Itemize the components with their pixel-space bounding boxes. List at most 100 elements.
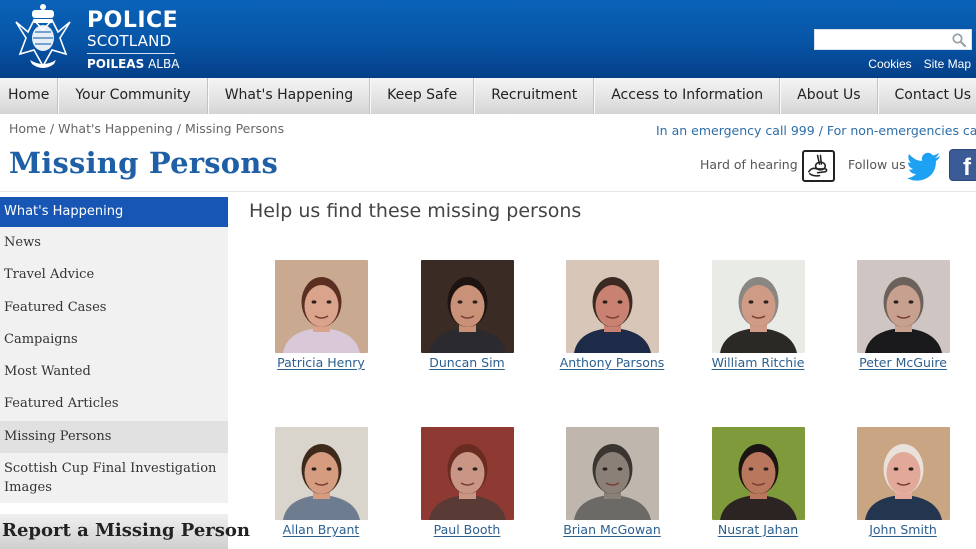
brand-gaelic: POILEAS ALBA bbox=[87, 57, 179, 71]
nav-your-community[interactable]: Your Community bbox=[58, 78, 208, 114]
person-photo[interactable] bbox=[711, 260, 805, 353]
person-name-wrapper: Brian McGowan bbox=[552, 520, 672, 539]
person-card: Allan Bryant bbox=[261, 427, 381, 539]
cookies-link[interactable]: Cookies bbox=[868, 57, 911, 71]
brand-alba: ALBA bbox=[148, 57, 180, 71]
person-name-wrapper: William Ritchie bbox=[698, 353, 818, 372]
person-name-link[interactable]: Paul Booth bbox=[434, 522, 501, 537]
site-map-link[interactable]: Site Map bbox=[924, 57, 971, 71]
portrait-image bbox=[856, 260, 950, 353]
sidebar-item-scottish-cup-final[interactable]: Scottish Cup Final Investigation Images bbox=[0, 453, 228, 504]
sidebar-item-travel-advice[interactable]: Travel Advice bbox=[0, 259, 228, 292]
main-navigation: Home Your Community What's Happening Kee… bbox=[0, 78, 976, 114]
nav-home[interactable]: Home bbox=[0, 78, 59, 114]
person-name-link[interactable]: John Smith bbox=[869, 522, 937, 537]
hard-of-hearing-label: Hard of hearing bbox=[700, 157, 798, 172]
sidebar-item-campaigns[interactable]: Campaigns bbox=[0, 323, 228, 357]
person-name-wrapper: Anthony Parsons bbox=[552, 353, 672, 372]
person-photo[interactable] bbox=[274, 260, 368, 353]
site-header: POLICE SCOTLAND POILEAS ALBA Cookies Site… bbox=[0, 0, 976, 78]
person-card: Anthony Parsons bbox=[552, 260, 672, 372]
brand-poileas: POILEAS bbox=[87, 57, 145, 71]
breadcrumb-separator: / bbox=[176, 121, 181, 136]
person-name-wrapper: Duncan Sim bbox=[407, 353, 527, 372]
person-photo[interactable] bbox=[420, 260, 514, 353]
site-search bbox=[814, 29, 972, 50]
page-title: Missing Persons bbox=[9, 146, 279, 180]
sign-language-icon[interactable] bbox=[802, 150, 835, 182]
emergency-contact-text: In an emergency call 999 / For non-emerg… bbox=[656, 123, 976, 138]
person-name-link[interactable]: Nusrat Jahan bbox=[718, 522, 798, 537]
person-card: Nusrat Jahan bbox=[698, 427, 818, 539]
person-card: Patricia Henry bbox=[261, 260, 381, 372]
person-photo[interactable] bbox=[274, 427, 368, 520]
sidebar-item-news[interactable]: News bbox=[0, 227, 228, 260]
nav-whats-happening[interactable]: What's Happening bbox=[207, 78, 371, 114]
person-name-link[interactable]: Duncan Sim bbox=[429, 355, 504, 370]
breadcrumb-separator: / bbox=[49, 121, 55, 136]
brand-rule bbox=[87, 53, 175, 54]
facebook-icon[interactable]: f bbox=[949, 149, 976, 181]
nav-keep-safe[interactable]: Keep Safe bbox=[370, 78, 475, 114]
person-card: John Smith bbox=[843, 427, 963, 539]
police-scotland-wordmark[interactable]: POLICE SCOTLAND POILEAS ALBA bbox=[87, 9, 179, 71]
brand-police: POLICE bbox=[87, 8, 179, 33]
person-photo[interactable] bbox=[420, 427, 514, 520]
sidebar-item-missing-persons[interactable]: Missing Persons bbox=[0, 420, 228, 454]
search-input[interactable] bbox=[815, 30, 945, 49]
person-photo[interactable] bbox=[856, 427, 950, 520]
sidebar-item-most-wanted[interactable]: Most Wanted bbox=[0, 356, 228, 389]
sidebar-heading-whats-happening[interactable]: What's Happening bbox=[0, 197, 228, 227]
facebook-glyph: f bbox=[963, 154, 971, 181]
breadcrumb-whats-happening[interactable]: What's Happening bbox=[58, 121, 173, 136]
person-photo[interactable] bbox=[856, 260, 950, 353]
sidebar-item-featured-cases[interactable]: Featured Cases bbox=[0, 291, 228, 324]
person-photo[interactable] bbox=[565, 260, 659, 353]
person-name-wrapper: Peter McGuire bbox=[843, 353, 963, 372]
person-card: William Ritchie bbox=[698, 260, 818, 372]
person-name-link[interactable]: Brian McGowan bbox=[563, 522, 661, 537]
brand-scotland: SCOTLAND bbox=[87, 32, 172, 50]
person-card: Brian McGowan bbox=[552, 427, 672, 539]
breadcrumb-home[interactable]: Home bbox=[9, 121, 46, 136]
nav-about-us[interactable]: About Us bbox=[780, 78, 878, 114]
nav-contact-us[interactable]: Contact Us bbox=[877, 78, 976, 114]
portrait-image bbox=[856, 427, 950, 520]
person-name-wrapper: Allan Bryant bbox=[261, 520, 381, 539]
person-name-link[interactable]: Allan Bryant bbox=[283, 522, 360, 537]
person-card: Paul Booth bbox=[407, 427, 527, 539]
portrait-image bbox=[274, 260, 368, 353]
person-name-wrapper: Patricia Henry bbox=[261, 353, 381, 372]
breadcrumb: Home / What's Happening / Missing Persons bbox=[9, 121, 284, 136]
person-name-link[interactable]: Anthony Parsons bbox=[560, 355, 665, 370]
portrait-image bbox=[274, 427, 368, 520]
portrait-image bbox=[565, 260, 659, 353]
sidebar-item-featured-articles[interactable]: Featured Articles bbox=[0, 388, 228, 421]
twitter-icon[interactable] bbox=[906, 150, 942, 182]
search-icon[interactable] bbox=[952, 33, 967, 48]
portrait-image bbox=[711, 260, 805, 353]
section-heading: Help us find these missing persons bbox=[249, 200, 582, 222]
follow-us-label: Follow us bbox=[848, 157, 906, 172]
person-photo[interactable] bbox=[565, 427, 659, 520]
nav-recruitment[interactable]: Recruitment bbox=[474, 78, 595, 114]
person-name-link[interactable]: Peter McGuire bbox=[859, 355, 947, 370]
person-card: Duncan Sim bbox=[407, 260, 527, 372]
portrait-image bbox=[711, 427, 805, 520]
person-name-wrapper: John Smith bbox=[843, 520, 963, 539]
breadcrumb-current: Missing Persons bbox=[185, 121, 285, 136]
nav-access-to-information[interactable]: Access to Information bbox=[594, 78, 781, 114]
person-name-wrapper: Paul Booth bbox=[407, 520, 527, 539]
police-scotland-crest-logo[interactable] bbox=[8, 2, 78, 74]
report-missing-person-button[interactable]: Report a Missing Person bbox=[0, 514, 250, 549]
person-name-wrapper: Nusrat Jahan bbox=[698, 520, 818, 539]
person-card: Peter McGuire bbox=[843, 260, 963, 372]
portrait-image bbox=[420, 260, 514, 353]
person-name-link[interactable]: William Ritchie bbox=[712, 355, 805, 370]
portrait-image bbox=[420, 427, 514, 520]
portrait-image bbox=[565, 427, 659, 520]
person-photo[interactable] bbox=[711, 427, 805, 520]
utility-links: Cookies Site Map bbox=[856, 57, 971, 71]
person-name-link[interactable]: Patricia Henry bbox=[277, 355, 365, 370]
sidebar-nav: What's Happening News Travel Advice Feat… bbox=[0, 197, 228, 504]
